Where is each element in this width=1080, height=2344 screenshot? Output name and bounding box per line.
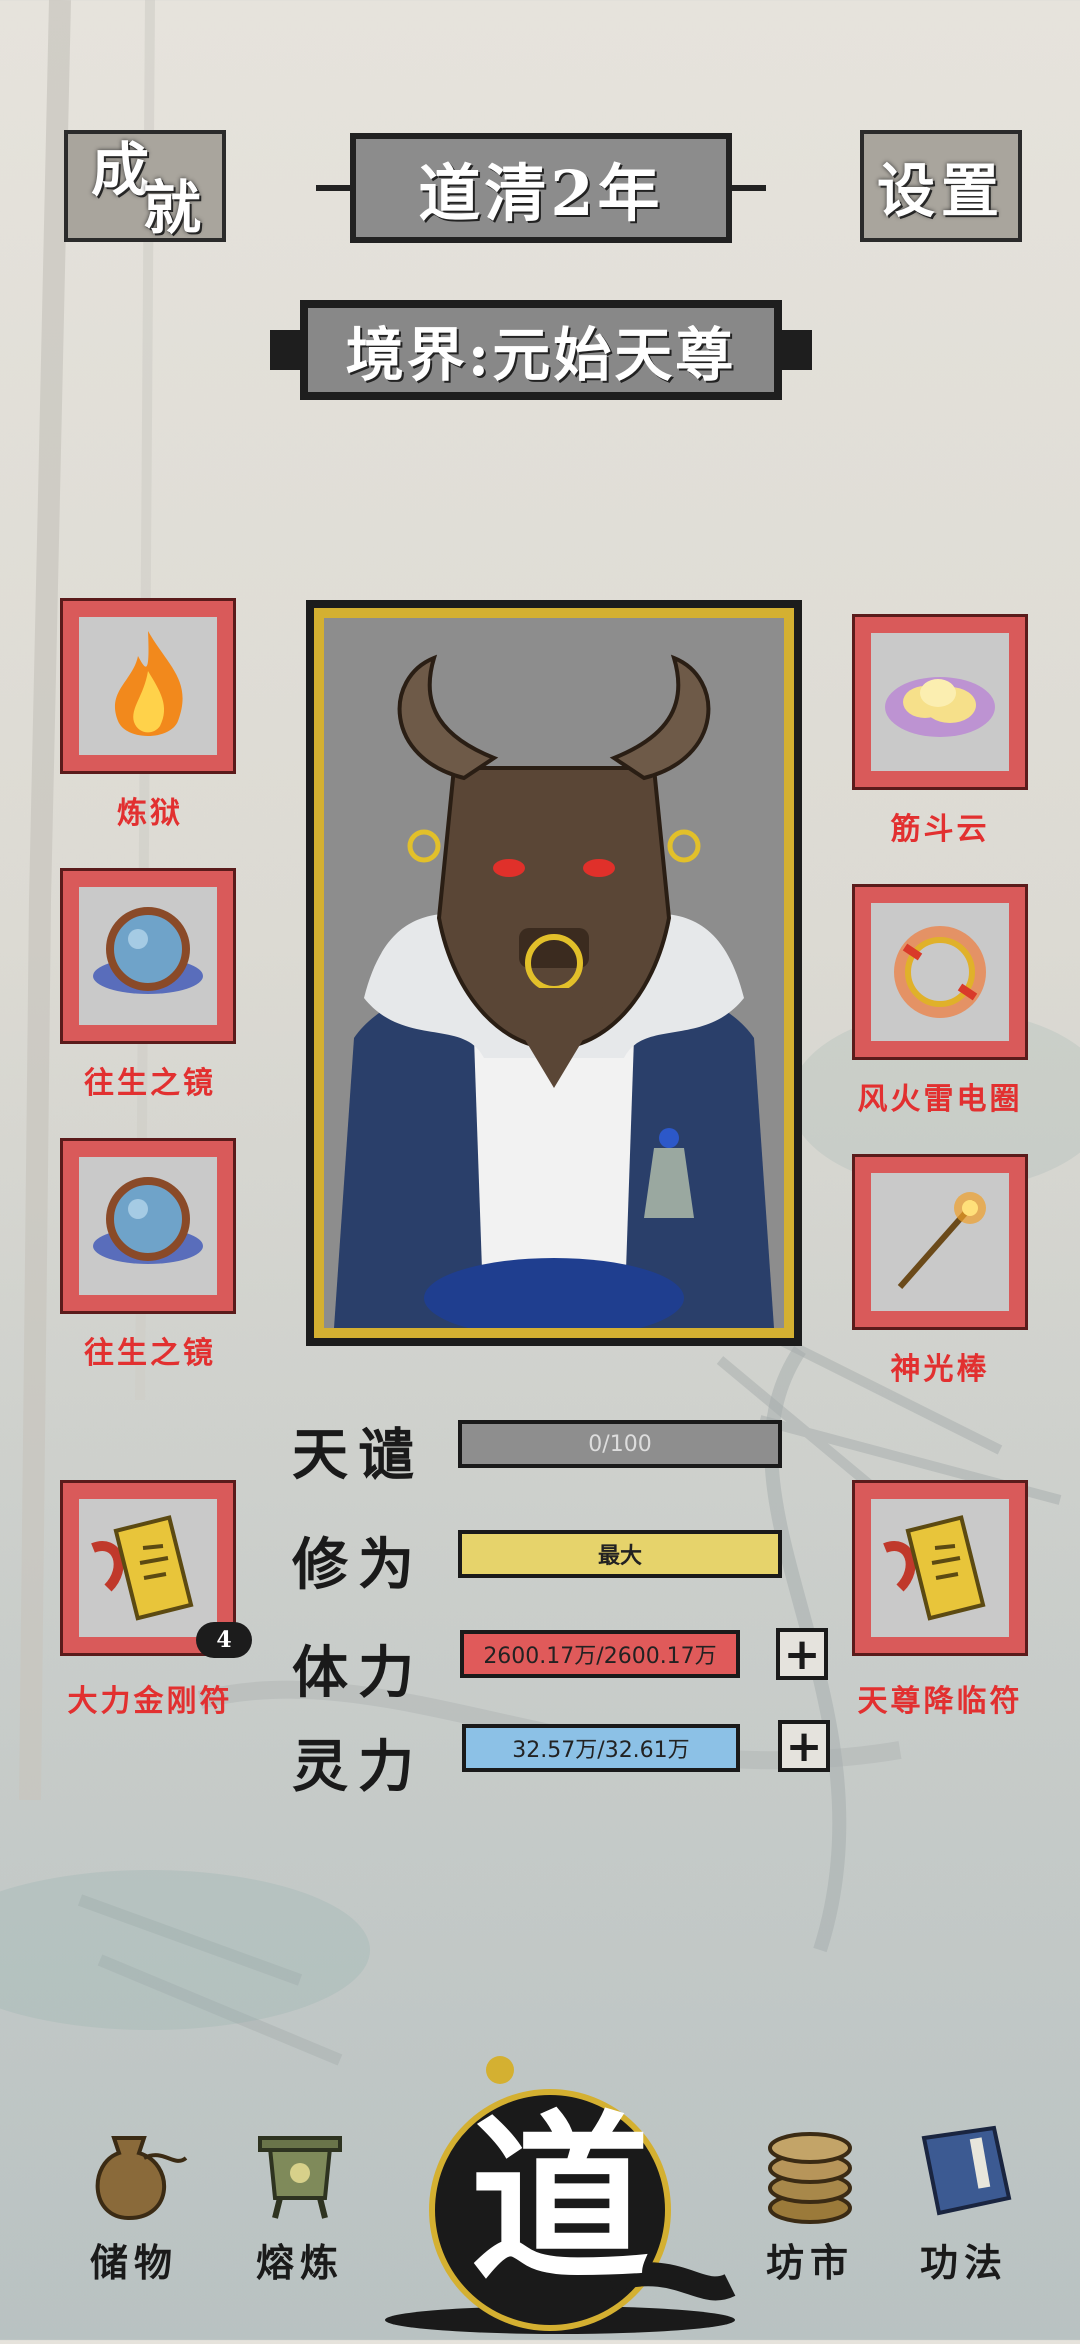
tili-plus-button[interactable]: + [776, 1628, 828, 1680]
item-label-mirror-2: 往生之镜 [84, 1336, 216, 1371]
item-label-jindouyun: 筋斗云 [890, 812, 990, 847]
tili-value: 2600.17万/2600.17万 [483, 1644, 717, 1669]
bag-icon [95, 2136, 188, 2221]
item-label-mirror-1: 往生之镜 [84, 1066, 216, 1101]
nav-market-label: 坊市 [765, 2240, 854, 2285]
achievements-label-2: 就 [143, 174, 202, 242]
cauldron-icon [258, 2136, 342, 2219]
stat-label-tianqian: 天谴 [292, 1422, 424, 1488]
item-slot-shenguang-staff[interactable] [852, 1154, 1028, 1330]
tianqian-value: 0/100 [588, 1431, 652, 1457]
item-slot-jindouyun[interactable] [852, 614, 1028, 790]
realm-banner: 境界:元始天尊 [300, 300, 782, 400]
lingli-plus-button[interactable]: + [778, 1720, 830, 1772]
nav-skills-label: 功法 [919, 2240, 1008, 2285]
stat-label-lingli: 灵力 [292, 1734, 424, 1800]
lingli-value: 32.57万/32.61万 [512, 1738, 690, 1763]
achievements-button[interactable]: 成 就 [64, 130, 226, 242]
staff-icon [871, 1173, 1009, 1311]
tili-bar: 2600.17万/2600.17万 [460, 1630, 740, 1678]
book-icon [921, 2125, 1012, 2216]
mirror-icon [79, 1157, 217, 1295]
ring-icon [871, 903, 1009, 1041]
settings-button[interactable]: 设置 [860, 130, 1022, 242]
stat-label-tili: 体力 [292, 1640, 424, 1706]
stat-label-xiuwei: 修为 [292, 1532, 424, 1598]
item-label-shenguang-staff: 神光棒 [890, 1352, 990, 1387]
item-label-dali-talisman: 大力金刚符 [67, 1684, 233, 1719]
achievements-label-1: 成 [91, 136, 150, 204]
year-banner: 道清2年 [316, 133, 766, 243]
realm-text: 境界:元始天尊 [345, 321, 737, 389]
item-label-lianyu: 炼狱 [117, 796, 183, 831]
xiuwei-bar: 最大 [458, 1530, 782, 1578]
settings-label: 设置 [876, 157, 1005, 225]
nav-smelt[interactable]: 熔炼 [230, 2118, 370, 2287]
nav-market[interactable]: 坊市 [740, 2118, 880, 2287]
nav-dao-center[interactable]: 道 [380, 2050, 740, 2340]
fire-icon [79, 617, 217, 755]
year-text: 道清2年 [418, 157, 664, 230]
item-slot-mirror-2[interactable] [60, 1138, 236, 1314]
mirror-icon [79, 887, 217, 1025]
item-slot-mirror-1[interactable] [60, 868, 236, 1044]
item-slot-tianzun-talisman[interactable] [852, 1480, 1028, 1656]
tianqian-bar: 0/100 [458, 1420, 782, 1468]
item-label-tianzun-talisman: 天尊降临符 [857, 1684, 1023, 1719]
nav-smelt-label: 熔炼 [255, 2240, 344, 2285]
item-slot-fenghuo-ring[interactable] [852, 884, 1028, 1060]
nav-storage[interactable]: 储物 [64, 2118, 204, 2287]
coins-icon [768, 2132, 852, 2224]
item-slot-lianyu[interactable] [60, 598, 236, 774]
lingli-bar: 32.57万/32.61万 [462, 1724, 740, 1772]
item-label-fenghuo-ring: 风火雷电圈 [857, 1082, 1023, 1117]
talisman-icon [79, 1499, 217, 1637]
nav-storage-label: 储物 [89, 2240, 178, 2285]
item-count-badge: 4 [196, 1622, 252, 1658]
realm-banner-wing-right [778, 330, 812, 370]
character-portrait [324, 618, 784, 1328]
character-portrait-frame [306, 600, 802, 1346]
nav-dao-label: 道 [469, 2094, 650, 2305]
realm-banner-wing-left [270, 330, 304, 370]
nav-skills[interactable]: 功法 [894, 2118, 1034, 2287]
cloud-icon [871, 633, 1009, 771]
talisman-icon [871, 1499, 1009, 1637]
xiuwei-value: 最大 [597, 1543, 642, 1569]
